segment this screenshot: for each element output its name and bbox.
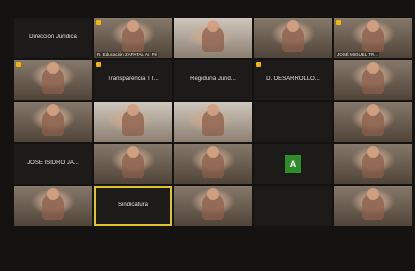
participant-tile[interactable]: Regiduría Jurid... (174, 60, 252, 100)
participant-video (282, 20, 304, 52)
participant-tile[interactable] (94, 102, 172, 142)
participant-video (362, 146, 384, 178)
participant-video (362, 20, 384, 52)
participant-tile[interactable] (14, 186, 92, 226)
active-speaker-tile[interactable]: Sindicatura (94, 186, 172, 226)
participant-tile[interactable] (254, 102, 332, 142)
participant-video (362, 104, 384, 136)
participant-caption: R. Educación ZAPATAL Ar. Pé (96, 52, 159, 57)
participant-video (362, 188, 384, 220)
participant-name: JOSE ISIDRO JA... (27, 160, 79, 166)
raised-hand-icon (16, 62, 21, 67)
participant-tile[interactable] (174, 102, 252, 142)
participant-tile[interactable]: R. Educación ZAPATAL Ar. Pé (94, 18, 172, 58)
participant-tile[interactable] (334, 186, 412, 226)
participant-tile[interactable] (254, 186, 332, 226)
meeting-gallery: Dirección Jurídica R. Educación ZAPATAL … (14, 18, 412, 268)
participant-video (202, 146, 224, 178)
participant-tile[interactable] (14, 102, 92, 142)
participant-tile[interactable] (334, 102, 412, 142)
participant-tile[interactable] (174, 18, 252, 58)
participant-video (202, 20, 224, 52)
participant-name: Dirección Jurídica (29, 34, 77, 40)
participant-tile[interactable] (254, 18, 332, 58)
participant-tile[interactable] (174, 186, 252, 226)
participant-video (122, 20, 144, 52)
participant-tile[interactable]: JOSÉ MIGUEL TR... (334, 18, 412, 58)
participant-video (202, 104, 224, 136)
raised-hand-icon (96, 20, 101, 25)
participant-tile[interactable]: Transparencia TT... (94, 60, 172, 100)
participant-video (362, 62, 384, 94)
participant-tile[interactable]: D. DESARROLLO... (254, 60, 332, 100)
participant-tile[interactable] (334, 144, 412, 184)
participant-video (122, 146, 144, 178)
participant-tile[interactable]: Dirección Jurídica (14, 18, 92, 58)
participant-avatar: A (285, 155, 301, 173)
participant-name: D. DESARROLLO... (266, 76, 320, 82)
participant-tile[interactable]: JOSE ISIDRO JA... (14, 144, 92, 184)
participant-tile[interactable] (334, 60, 412, 100)
participant-tile[interactable] (174, 144, 252, 184)
participant-tile[interactable] (94, 144, 172, 184)
participant-video (42, 188, 64, 220)
participant-video (42, 104, 64, 136)
participant-name: Regiduría Jurid... (190, 76, 236, 82)
participant-tile[interactable]: A (254, 144, 332, 184)
participant-tile[interactable] (14, 60, 92, 100)
participant-video (202, 188, 224, 220)
raised-hand-icon (96, 62, 101, 67)
raised-hand-icon (256, 62, 261, 67)
participant-name: Sindicatura (117, 202, 149, 208)
participant-video (122, 104, 144, 136)
raised-hand-icon (336, 20, 341, 25)
participant-video (42, 62, 64, 94)
participant-name: Transparencia TT... (107, 76, 159, 82)
participant-caption: JOSÉ MIGUEL TR... (336, 52, 380, 57)
